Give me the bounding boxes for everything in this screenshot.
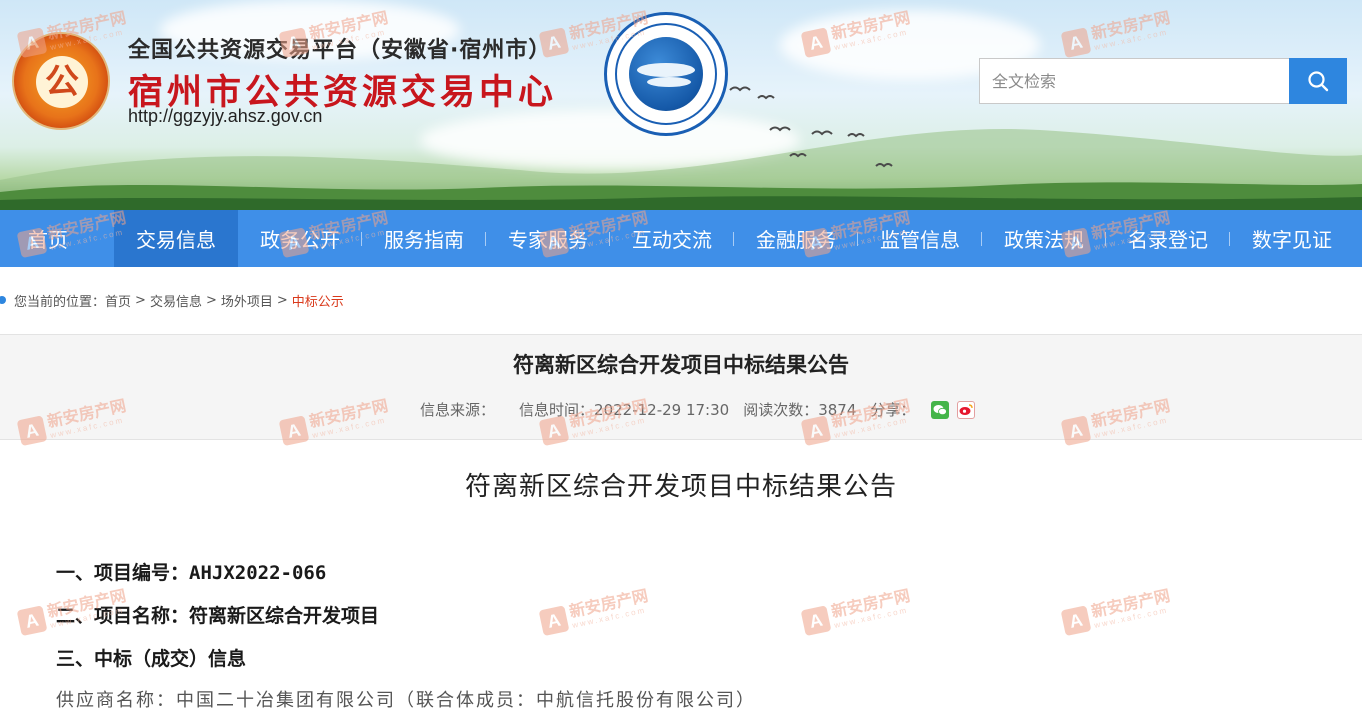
emblem-wave — [647, 77, 691, 87]
main-nav: 首页 交易信息 政务公开 服务指南 专家服务 互动交流 金融服务 监管信息 政策… — [0, 210, 1362, 267]
nav-label: 名录登记 — [1128, 228, 1208, 252]
watermark-text: 新安房产网 — [1089, 585, 1172, 622]
watermark: A 新安房产网 www.xafc.com — [1060, 585, 1173, 636]
nav-item-policies[interactable]: 政策法规 — [982, 210, 1106, 267]
watermark-mark: A — [800, 604, 832, 636]
nav-item-trading-info[interactable]: 交易信息 — [114, 210, 238, 267]
nav-item-digital-witness[interactable]: 数字见证 — [1230, 210, 1354, 267]
header-banner: 公 全国公共资源交易平台（安徽省·宿州市） 宿州市公共资源交易中心 http:/… — [0, 0, 1362, 210]
platform-title: 全国公共资源交易平台（安徽省·宿州市） — [128, 38, 552, 63]
logo-glyph: 公 — [36, 56, 88, 108]
nav-label: 监管信息 — [880, 228, 960, 252]
nav-label: 专家服务 — [508, 228, 588, 252]
watermark-domain: www.xafc.com — [833, 605, 909, 630]
watermark-domain: www.xafc.com — [1093, 605, 1169, 630]
watermark-text: 新安房产网 — [829, 585, 912, 622]
article-meta: 信息来源： 信息时间：2022-12-29 17:30 阅读次数：3874 分享… — [420, 399, 983, 420]
article-title: 符离新区综合开发项目中标结果公告 — [513, 353, 849, 377]
site-logo[interactable]: 公 — [12, 32, 110, 130]
nav-label: 互动交流 — [632, 228, 712, 252]
nav-label: 服务指南 — [384, 228, 464, 252]
watermark-mark: A — [16, 604, 48, 636]
nav-item-interaction[interactable]: 互动交流 — [610, 210, 734, 267]
source-label: 信息来源： — [420, 401, 496, 419]
watermark: A 新安房产网 www.xafc.com — [538, 585, 651, 636]
section-project-name: 二、项目名称：符离新区综合开发项目 — [56, 605, 380, 627]
watermark-domain: www.xafc.com — [571, 605, 647, 630]
watermark-text: 新安房产网 — [567, 585, 650, 622]
time-value: 2022-12-29 17:30 — [594, 401, 730, 419]
weibo-icon — [959, 403, 974, 415]
nav-item-supervision[interactable]: 监管信息 — [858, 210, 982, 267]
nav-item-service-guide[interactable]: 服务指南 — [362, 210, 486, 267]
weibo-share-icon[interactable] — [957, 400, 976, 419]
nav-item-finance-service[interactable]: 金融服务 — [734, 210, 858, 267]
wechat-icon — [933, 404, 948, 415]
watermark: A 新安房产网 www.xafc.com — [800, 585, 913, 636]
breadcrumb-separator: > — [205, 292, 217, 308]
article-header: 符离新区综合开发项目中标结果公告 信息来源： 信息时间：2022-12-29 1… — [0, 334, 1362, 440]
nav-label: 政策法规 — [1004, 228, 1084, 252]
views-label: 阅读次数： — [743, 401, 819, 419]
search-field[interactable] — [979, 58, 1290, 104]
supplier-name: 供应商名称：中国二十冶集团有限公司（联合体成员：中航信托股份有限公司） — [56, 690, 756, 711]
nav-label: 金融服务 — [756, 228, 836, 252]
emblem-wave — [637, 63, 695, 77]
alliance-emblem — [604, 12, 728, 136]
share-label: 分享： — [870, 401, 916, 419]
site-url: http://ggzyjy.ahsz.gov.cn — [128, 106, 323, 126]
breadcrumb-separator: > — [135, 292, 146, 308]
breadcrumb: 您当前的位置： 首页 > 交易信息 > 场外项目 > 中标公示 — [0, 288, 344, 312]
nav-item-registry[interactable]: 名录登记 — [1106, 210, 1230, 267]
section-winning-info: 三、中标（成交）信息 — [56, 648, 247, 670]
breadcrumb-link-home[interactable]: 首页 — [105, 291, 131, 310]
nav-label: 首页 — [28, 228, 68, 252]
document-title: 符离新区综合开发项目中标结果公告 — [464, 472, 897, 502]
breadcrumb-link-offsite-projects[interactable]: 场外项目 — [221, 291, 273, 310]
watermark-mark: A — [1060, 604, 1092, 636]
nav-item-government-affairs[interactable]: 政务公开 — [238, 210, 362, 267]
views-value: 3874 — [818, 401, 857, 419]
search-button[interactable] — [1289, 58, 1347, 104]
search-input[interactable] — [980, 59, 1289, 103]
section-project-number: 一、项目编号：AHJX2022-066 — [56, 562, 327, 584]
nav-label: 数字见证 — [1252, 228, 1332, 252]
view-count: 阅读次数：3874 — [743, 399, 870, 420]
nav-label: 政务公开 — [260, 228, 340, 252]
watermark-mark: A — [538, 604, 570, 636]
breadcrumb-prefix: 您当前的位置： — [14, 294, 106, 310]
location-dot-icon — [0, 296, 6, 304]
breadcrumb-separator: > — [276, 292, 288, 308]
wechat-share-icon[interactable] — [931, 400, 950, 419]
search-icon — [1308, 71, 1329, 92]
time-label: 信息时间： — [519, 401, 595, 419]
nav-label: 交易信息 — [136, 228, 216, 252]
publish-time: 信息时间：2022-12-29 17:30 — [519, 399, 743, 420]
nav-item-home[interactable]: 首页 — [0, 210, 114, 267]
breadcrumb-link-trading-info[interactable]: 交易信息 — [150, 291, 202, 310]
nav-item-expert-service[interactable]: 专家服务 — [486, 210, 610, 267]
breadcrumb-current[interactable]: 中标公示 — [292, 291, 344, 310]
birds-decoration — [729, 86, 893, 168]
